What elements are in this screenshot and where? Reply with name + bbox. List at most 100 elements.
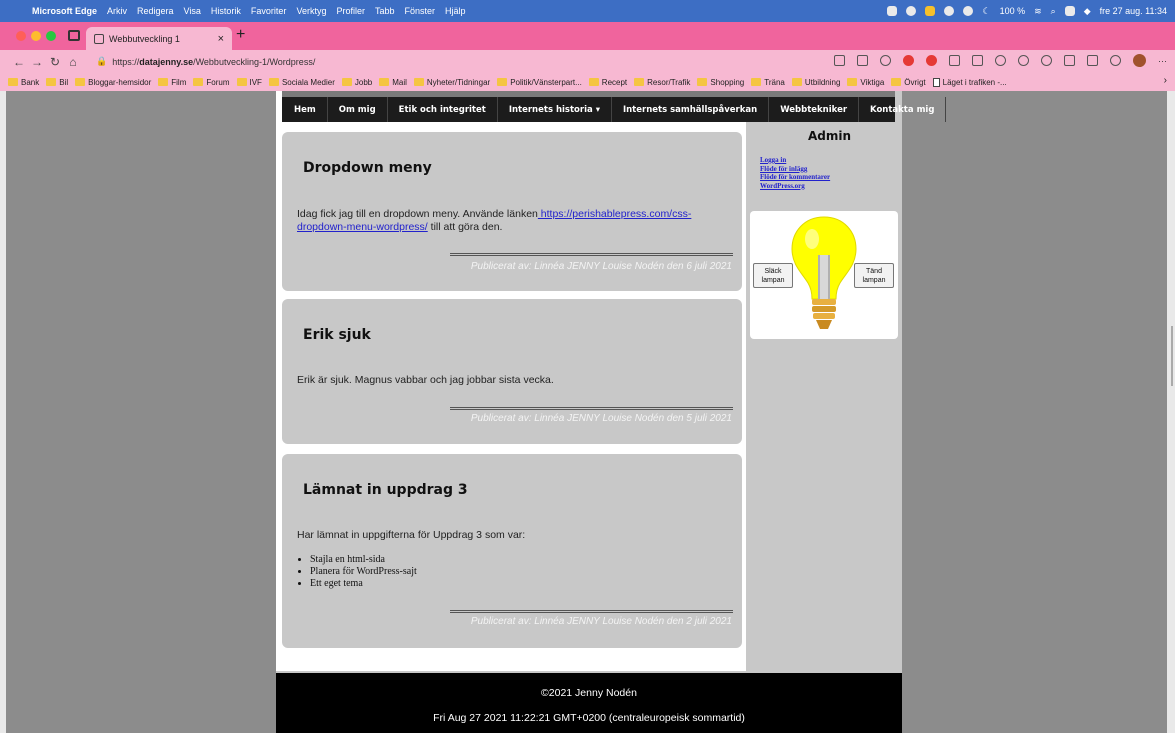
bookmark-folder[interactable]: Utbildning [791,78,840,87]
reader-view-icon[interactable] [834,55,845,66]
comments-feed-link[interactable]: Flöde för kommentarer [760,173,830,182]
post-title[interactable]: Erik sjuk [303,327,371,343]
status-app-icon[interactable] [925,6,936,16]
menu-item-verktyg[interactable]: Verktyg [296,6,326,16]
bookmark-folder[interactable]: Bil [46,78,68,87]
status-app-icon[interactable] [887,6,898,16]
bookmark-folder[interactable]: Sociala Medier [268,78,335,87]
bookmark-folder[interactable]: Viktiga [847,78,884,87]
window-maximize-button[interactable] [46,31,56,41]
bookmark-folder[interactable]: Mail [379,78,407,87]
refresh-extension-icon[interactable] [1041,55,1052,66]
bookmark-label: Bil [59,77,69,87]
bookmark-folder[interactable]: Film [158,78,186,87]
back-arrow-icon[interactable]: ← [10,55,28,69]
nav-item-etik[interactable]: Etik och integritet [388,97,498,122]
menu-item-redigera[interactable]: Redigera [137,6,174,16]
status-app-icon[interactable] [944,6,955,16]
nav-item-kontakta[interactable]: Kontakta mig [859,97,947,122]
menu-app-name[interactable]: Microsoft Edge [32,6,97,16]
menu-item-visa[interactable]: Visa [184,6,201,16]
bookmark-label: Shopping [710,77,745,87]
bookmark-folder[interactable]: Politik/Vänsterpart... [497,78,582,87]
nav-item-internets-historia[interactable]: Internets historia ▾ [498,97,612,122]
nav-item-om-mig[interactable]: Om mig [328,97,388,122]
status-app-icon[interactable] [963,6,974,16]
menu-item-arkiv[interactable]: Arkiv [107,6,127,16]
bookmark-label: Träna [764,77,785,87]
shield-extension-icon[interactable] [926,55,937,66]
collections-icon[interactable] [1087,55,1098,66]
home-icon[interactable]: ⌂ [64,55,82,69]
menu-item-hjalp[interactable]: Hjälp [445,6,466,16]
posts-feed-link[interactable]: Flöde för inlägg [760,165,830,174]
folder-icon [341,78,352,86]
post-meta: Publicerat av: Linnéa JENNY Louise Nodén… [470,616,732,627]
menu-item-favoriter[interactable]: Favoriter [251,6,287,16]
favorite-star-icon[interactable] [880,55,891,66]
bookmark-folder[interactable]: Nyheter/Tidningar [413,78,490,87]
lock-icon[interactable]: 🔒 [96,56,107,67]
menu-item-tabb[interactable]: Tabb [375,6,395,16]
window-close-button[interactable] [16,31,26,41]
nav-item-hem[interactable]: Hem [282,97,328,122]
lamp-on-button[interactable]: Tänd lampan [854,263,894,288]
folder-icon [193,78,204,86]
nav-item-webbtekniker[interactable]: Webbtekniker [769,97,860,122]
bookmark-folder[interactable]: Recept [588,78,627,87]
forward-arrow-icon[interactable]: → [28,55,46,69]
bookmark-page[interactable]: Läget i trafiken -... [932,77,1007,87]
bookmark-folder[interactable]: IVF [236,78,262,87]
browser-tab-active[interactable]: Webbutveckling 1 × [86,27,232,50]
opera-extension-icon[interactable] [903,55,914,66]
bookmark-folder[interactable]: Bank [8,78,39,87]
spotlight-icon[interactable]: ⌕ [1051,6,1056,17]
bookmark-label: Resor/Trafik [647,77,691,87]
menu-item-fonster[interactable]: Fönster [405,6,436,16]
more-options-icon[interactable]: ··· [1158,56,1167,66]
window-minimize-button[interactable] [31,31,41,41]
menubar-clock[interactable]: fre 27 aug. 11:34 [1100,6,1167,16]
battery-level[interactable]: 100 % [1000,6,1026,16]
siri-icon[interactable]: ◆ [1084,6,1091,17]
menu-item-profiler[interactable]: Profiler [336,6,365,16]
bookmark-label: Forum [206,77,230,87]
post-title[interactable]: Dropdown meny [303,160,432,176]
post-title[interactable]: Lämnat in uppdrag 3 [303,482,468,498]
post-text: till att göra den. [427,221,503,233]
reload-icon[interactable]: ↻ [46,55,64,69]
login-link[interactable]: Logga in [760,156,830,165]
tab-close-icon[interactable]: × [218,33,224,45]
folder-icon [8,78,18,86]
bookmark-folder[interactable]: Jobb [341,78,372,87]
bookmark-folder[interactable]: Shopping [697,78,744,87]
moon-icon[interactable]: ☾ [982,6,990,17]
lamp-off-button[interactable]: Släck lampan [753,263,793,288]
address-bar[interactable]: 🔒 https://datajenny.se/Webbutveckling-1/… [96,56,315,67]
control-center-icon[interactable] [1064,6,1075,16]
divider [450,610,733,613]
chevron-right-icon[interactable]: › [1164,75,1167,86]
bookmark-folder[interactable]: Forum [193,77,230,87]
tab-actions-icon[interactable] [68,30,80,41]
menu-item-historik[interactable]: Historik [211,6,241,16]
bookmark-folder[interactable]: Resor/Trafik [634,78,690,87]
new-tab-icon[interactable]: + [236,26,245,44]
bookmark-folder[interactable]: Bloggar-hemsidor [75,78,151,87]
wordpress-org-link[interactable]: WordPress.org [760,182,830,191]
extension-icon[interactable] [995,55,1006,66]
apps-icon[interactable] [857,55,868,66]
favorites-icon[interactable] [1064,55,1075,66]
extension-icon[interactable] [1018,55,1029,66]
profile-avatar[interactable] [1133,54,1146,67]
history-icon[interactable] [1110,55,1121,66]
extension-icon[interactable] [972,55,983,66]
footer-copyright: ©2021 Jenny Nodén [541,687,637,699]
bookmark-folder[interactable]: Övrigt [891,78,926,87]
bookmark-folder[interactable]: Träna [751,78,785,87]
status-app-icon[interactable] [906,6,917,16]
wifi-icon[interactable]: ≋ [1034,6,1042,17]
nav-item-samhallspaverkan[interactable]: Internets samhällspåverkan [612,97,770,122]
extension-icon[interactable] [949,55,960,66]
scrollbar[interactable] [1171,326,1173,386]
